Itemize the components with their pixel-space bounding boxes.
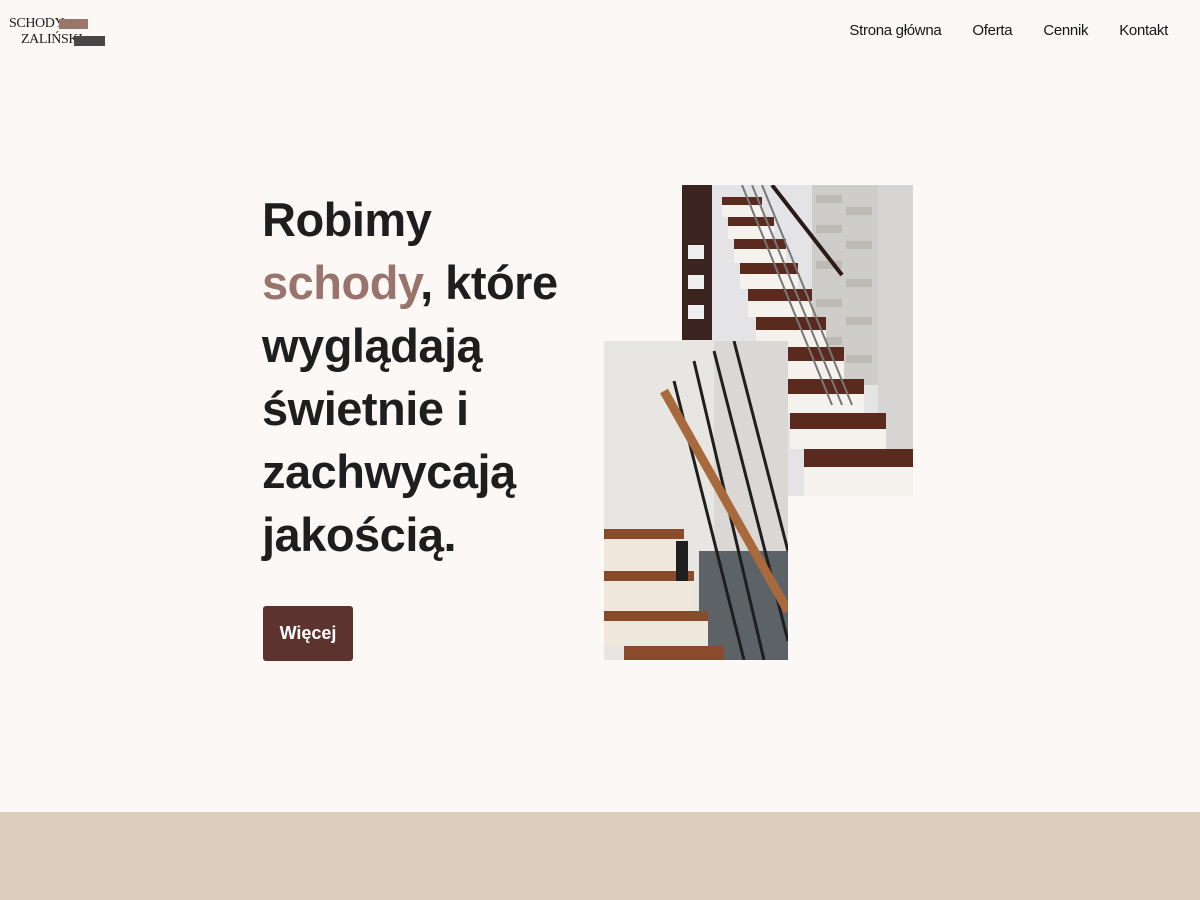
more-button[interactable]: Więcej (263, 606, 353, 661)
nav-item-pricing[interactable]: Cennik (1043, 22, 1088, 39)
logo-bar-bottom (74, 36, 105, 46)
site-header: SCHODY ZALIŃSKI Strona główna Oferta Cen… (0, 0, 1200, 66)
headline-accent: schody (262, 256, 421, 309)
logo[interactable]: SCHODY ZALIŃSKI (9, 16, 105, 50)
hero-headline: Robimy schody, które wyglądają świetnie … (262, 188, 592, 566)
nav-item-contact[interactable]: Kontakt (1119, 22, 1168, 39)
nav-item-offer[interactable]: Oferta (972, 22, 1012, 39)
headline-pre: Robimy (262, 193, 432, 246)
logo-text-line-1: SCHODY (9, 16, 65, 31)
bottom-section-band (0, 812, 1200, 900)
main-nav: Strona główna Oferta Cennik Kontakt (849, 22, 1168, 39)
logo-bar-top (59, 19, 88, 29)
stairs-photo-2 (604, 341, 788, 660)
nav-item-home[interactable]: Strona główna (849, 22, 941, 39)
